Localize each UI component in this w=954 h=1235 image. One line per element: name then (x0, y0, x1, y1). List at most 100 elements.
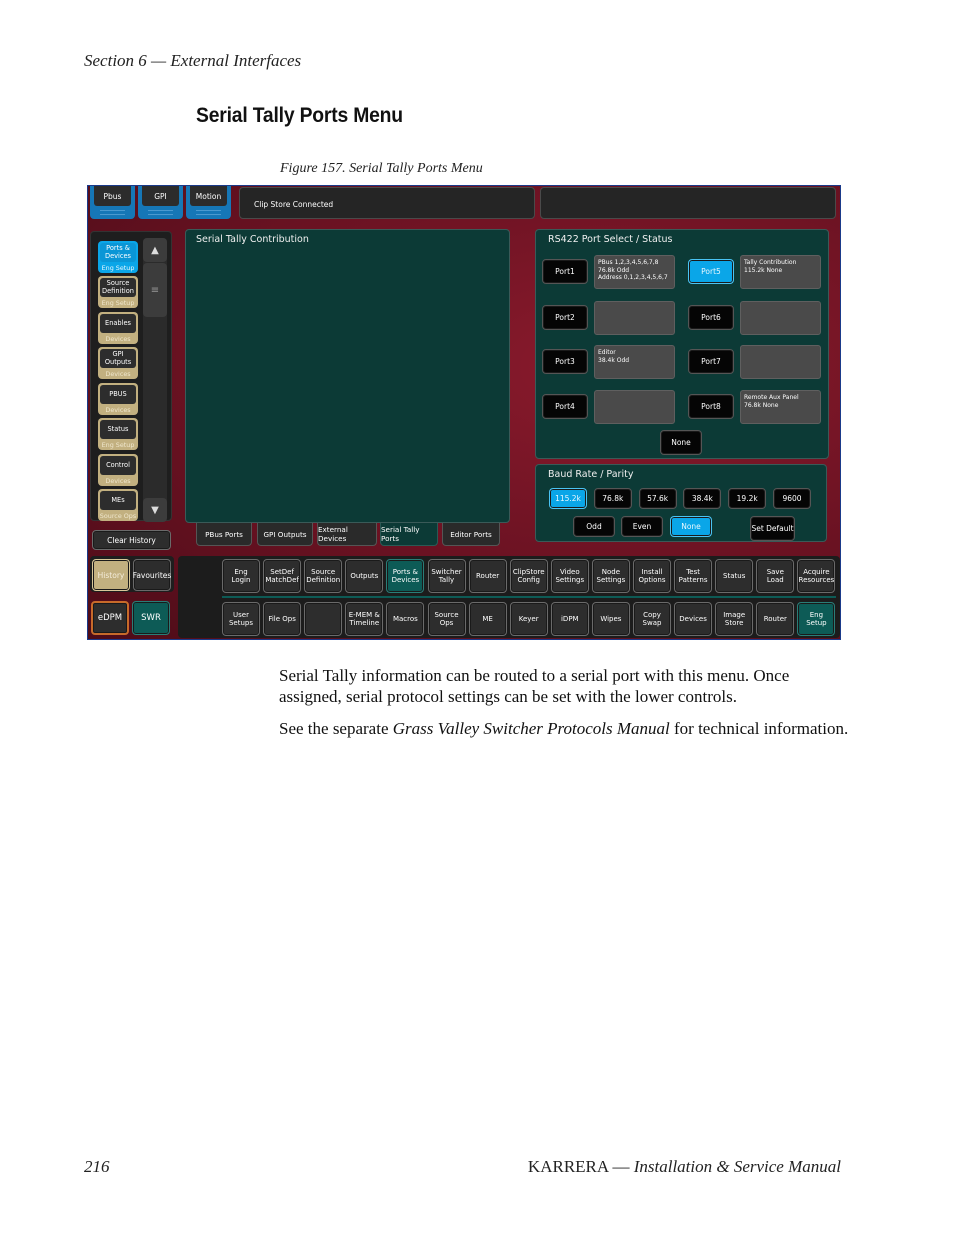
port-status-line: Address 0,1,2,3,4,5,6,7 (598, 274, 668, 281)
decor-line (196, 210, 221, 211)
port-button-6[interactable]: Port6 (688, 305, 734, 330)
menu-macros-button[interactable]: Macros (386, 602, 425, 636)
menu-test-patterns-button[interactable]: Test Patterns (674, 559, 713, 593)
port-button-1[interactable]: Port1 (542, 259, 588, 284)
menu-save-load-button[interactable]: Save Load (756, 559, 795, 593)
history-item-label: Enables (100, 314, 136, 333)
port-button-2[interactable]: Port2 (542, 305, 588, 330)
menu-clipstore-config-button[interactable]: ClipStore Config (509, 559, 548, 593)
history-item-category: Source Ops (99, 512, 137, 520)
top-button-label: Pbus (94, 186, 131, 206)
tab-external-devices[interactable]: External Devices (317, 523, 377, 546)
tab-editor-ports[interactable]: Editor Ports (442, 523, 500, 546)
port-status-line: 76.8k Odd (598, 266, 630, 274)
menu-eng-setup-button[interactable]: Eng Setup (797, 602, 836, 636)
decor-line (100, 210, 125, 211)
menu-idpm-button[interactable]: iDPM (550, 602, 589, 636)
history-item-source-definition[interactable]: Source Definition Eng Setup (98, 276, 138, 308)
menu-node-settings-button[interactable]: Node Settings (591, 559, 630, 593)
top-button-motion[interactable]: Motion (186, 186, 231, 219)
history-item-label: Control (100, 456, 136, 475)
menu-outputs-button[interactable]: Outputs (345, 559, 384, 593)
menu-copy-swap-button[interactable]: Copy Swap (633, 602, 671, 636)
history-item-status[interactable]: Status Eng Setup (98, 418, 138, 450)
menu-router-button[interactable]: Router (756, 602, 795, 636)
menu-row-divider (222, 596, 836, 598)
serial-tally-contribution-panel: Serial Tally Contribution (185, 229, 510, 523)
menu-file-ops-button[interactable]: File Ops (263, 602, 302, 636)
baud-57-6k-button[interactable]: 57.6k (638, 488, 677, 509)
history-item-category: Eng Setup (101, 299, 135, 307)
baud-9600-button[interactable]: 9600 (773, 488, 811, 509)
top-button-gpi[interactable]: GPI (138, 186, 183, 219)
port-button-5[interactable]: Port5 (688, 259, 734, 284)
history-item-label: PBUS (100, 385, 136, 404)
top-button-pbus[interactable]: Pbus (90, 186, 135, 219)
history-tab[interactable]: History (92, 559, 130, 591)
menu-install-options-button[interactable]: Install Options (633, 559, 671, 593)
port-none-button[interactable]: None (660, 430, 702, 455)
tab-pbus-ports[interactable]: PBus Ports (196, 523, 252, 546)
history-item-gpi-outputs[interactable]: GPI Outputs Devices (98, 347, 138, 379)
tab-serial-tally-ports[interactable]: Serial Tally Ports (380, 523, 438, 546)
history-item-pbus[interactable]: PBUS Devices (98, 383, 138, 415)
edpm-button[interactable]: eDPM (91, 601, 129, 635)
menu-status-button[interactable]: Status (715, 559, 754, 593)
history-item-ports-devices[interactable]: Ports & Devices Eng Setup (98, 241, 138, 273)
set-default-button[interactable]: Set Default (750, 516, 795, 541)
history-item-category: Devices (105, 335, 131, 343)
top-button-label: GPI (142, 186, 179, 206)
favourites-tab[interactable]: Favourites (133, 559, 171, 591)
port-status-1: PBus 1,2,3,4,5,6,7,8 76.8k Odd Address 0,1… (594, 255, 675, 289)
history-item-enables[interactable]: Enables Devices (98, 312, 138, 344)
menu-source-definition-button[interactable]: Source Definition (304, 559, 343, 593)
tab-gpi-outputs[interactable]: GPI Outputs (257, 523, 313, 546)
menu-video-settings-button[interactable]: Video Settings (550, 559, 589, 593)
port-button-4[interactable]: Port4 (542, 394, 588, 419)
menu-router-button[interactable]: Router (468, 559, 507, 593)
menu-devices-button[interactable]: Devices (674, 602, 713, 636)
parity-none-button[interactable]: None (670, 516, 712, 537)
menu-me-button[interactable]: ME (468, 602, 507, 636)
menu-blank-button[interactable] (304, 602, 343, 636)
parity-even-button[interactable]: Even (621, 516, 663, 537)
history-item-control[interactable]: Control Devices (98, 454, 138, 486)
baud-panel-title: Baud Rate / Parity (548, 469, 634, 480)
paragraph-2: See the separate Grass Valley Switcher P… (279, 719, 849, 740)
scroll-up-icon[interactable]: ▲ (143, 238, 167, 262)
sidebar-scrollbar[interactable]: ▲ ≡ ▼ (143, 238, 167, 522)
history-item-category: Devices (105, 406, 131, 414)
port-status-line: Remote Aux Panel (744, 394, 799, 401)
port-button-3[interactable]: Port3 (542, 349, 588, 374)
running-head: Section 6 — External Interfaces (84, 51, 302, 70)
menu-user-setups-button[interactable]: User Setups (222, 602, 260, 636)
scroll-down-icon[interactable]: ▼ (143, 498, 167, 522)
menu-source-ops-button[interactable]: Source Ops (427, 602, 466, 636)
menu-setdef-matchdef-button[interactable]: SetDef MatchDef (263, 559, 302, 593)
port-status-line: 38.4k Odd (598, 356, 630, 364)
baud-38-4k-button[interactable]: 38.4k (683, 488, 722, 509)
menu-wipes-button[interactable]: Wipes (591, 602, 630, 636)
menu-keyer-button[interactable]: Keyer (509, 602, 548, 636)
menu-e-mem-timeline-button[interactable]: E-MEM & Timeline (345, 602, 384, 636)
baud-115-2k-button[interactable]: 115.2k (549, 488, 587, 509)
menu-image-store-button[interactable]: Image Store (715, 602, 754, 636)
clear-history-button[interactable]: Clear History (92, 530, 171, 550)
menu-switcher-tally-button[interactable]: Switcher Tally (427, 559, 466, 593)
page-number: 216 (84, 1157, 110, 1176)
manual-title: Installation & Service Manual (633, 1157, 841, 1176)
status-message-box: Clip Store Connected (239, 187, 535, 219)
scroll-thumb-icon[interactable]: ≡ (143, 263, 167, 317)
port-button-8[interactable]: Port8 (688, 394, 734, 419)
menu-acquire-resources-button[interactable]: Acquire Resources (797, 559, 836, 593)
menu-ports-devices-button[interactable]: Ports & Devices (386, 559, 425, 593)
swr-button[interactable]: SWR (132, 601, 170, 635)
baud-76-8k-button[interactable]: 76.8k (593, 488, 632, 509)
port-button-7[interactable]: Port7 (688, 349, 734, 374)
port-status-4 (594, 390, 675, 424)
menu-eng-login-button[interactable]: Eng Login (222, 559, 260, 593)
history-item-mes[interactable]: MEs Source Ops (98, 489, 138, 521)
product-name: KARRERA (527, 1157, 609, 1176)
parity-odd-button[interactable]: Odd (573, 516, 615, 537)
baud-19-2k-button[interactable]: 19.2k (728, 488, 767, 509)
